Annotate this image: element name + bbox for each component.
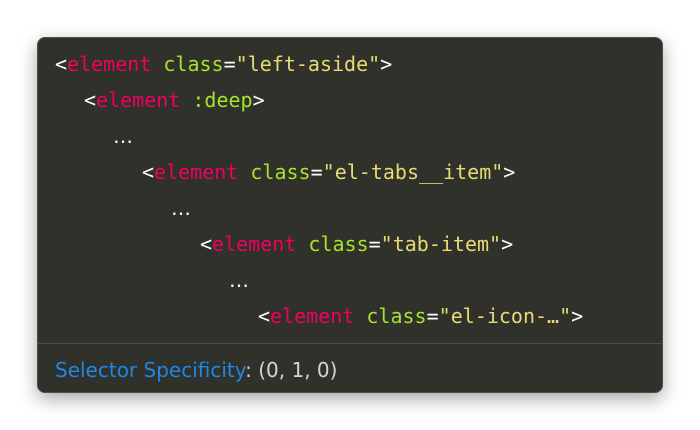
equals-sign: = xyxy=(223,52,236,76)
dom-path-line: <element :deep> xyxy=(84,82,265,118)
close-bracket: > xyxy=(501,232,514,256)
dom-path-line: <element class="el-icon-…"> xyxy=(258,298,583,334)
separator: : xyxy=(245,358,259,382)
dom-path-line: <element class="el-tabs__item"> xyxy=(142,154,515,190)
close-bracket: > xyxy=(503,160,516,184)
ellipsis: … xyxy=(113,124,133,148)
equals-sign: = xyxy=(426,304,439,328)
equals-sign: = xyxy=(368,232,381,256)
pseudo-selector: :deep xyxy=(192,88,253,112)
specificity-footer: Selector Specificity: (0, 1, 0) xyxy=(55,356,337,384)
element-tag: element xyxy=(154,160,239,184)
dom-path-ellipsis: … xyxy=(229,262,249,298)
attribute-value: "tab-item" xyxy=(380,232,502,256)
attribute-value: "left-aside" xyxy=(235,52,381,76)
element-tag: element xyxy=(96,88,181,112)
dom-path-line: <element class="tab-item"> xyxy=(200,226,513,262)
attribute-name: class xyxy=(366,304,427,328)
dom-path-ellipsis: … xyxy=(113,118,133,154)
open-bracket: < xyxy=(55,52,68,76)
attribute-value: "el-tabs__item" xyxy=(322,160,504,184)
close-bracket: > xyxy=(380,52,393,76)
divider xyxy=(38,343,662,344)
ellipsis: … xyxy=(229,268,249,292)
element-tag: element xyxy=(270,304,355,328)
open-bracket: < xyxy=(84,88,97,112)
attribute-name: class xyxy=(250,160,311,184)
close-bracket: > xyxy=(252,88,265,112)
open-bracket: < xyxy=(142,160,155,184)
open-bracket: < xyxy=(200,232,213,256)
dom-path-ellipsis: … xyxy=(171,190,191,226)
attribute-value: "el-icon-…" xyxy=(438,304,572,328)
selector-tooltip: <element class="left-aside"> <element :d… xyxy=(37,37,663,393)
open-bracket: < xyxy=(258,304,271,328)
element-tag: element xyxy=(67,52,152,76)
close-bracket: > xyxy=(571,304,584,328)
element-tag: element xyxy=(212,232,297,256)
ellipsis: … xyxy=(171,196,191,220)
dom-path-line: <element class="left-aside"> xyxy=(55,46,392,82)
dom-path: <element class="left-aside"> <element :d… xyxy=(38,38,662,343)
attribute-name: class xyxy=(163,52,224,76)
specificity-value: (0, 1, 0) xyxy=(258,358,338,382)
equals-sign: = xyxy=(310,160,323,184)
attribute-name: class xyxy=(308,232,369,256)
selector-specificity-link[interactable]: Selector Specificity xyxy=(55,358,245,382)
